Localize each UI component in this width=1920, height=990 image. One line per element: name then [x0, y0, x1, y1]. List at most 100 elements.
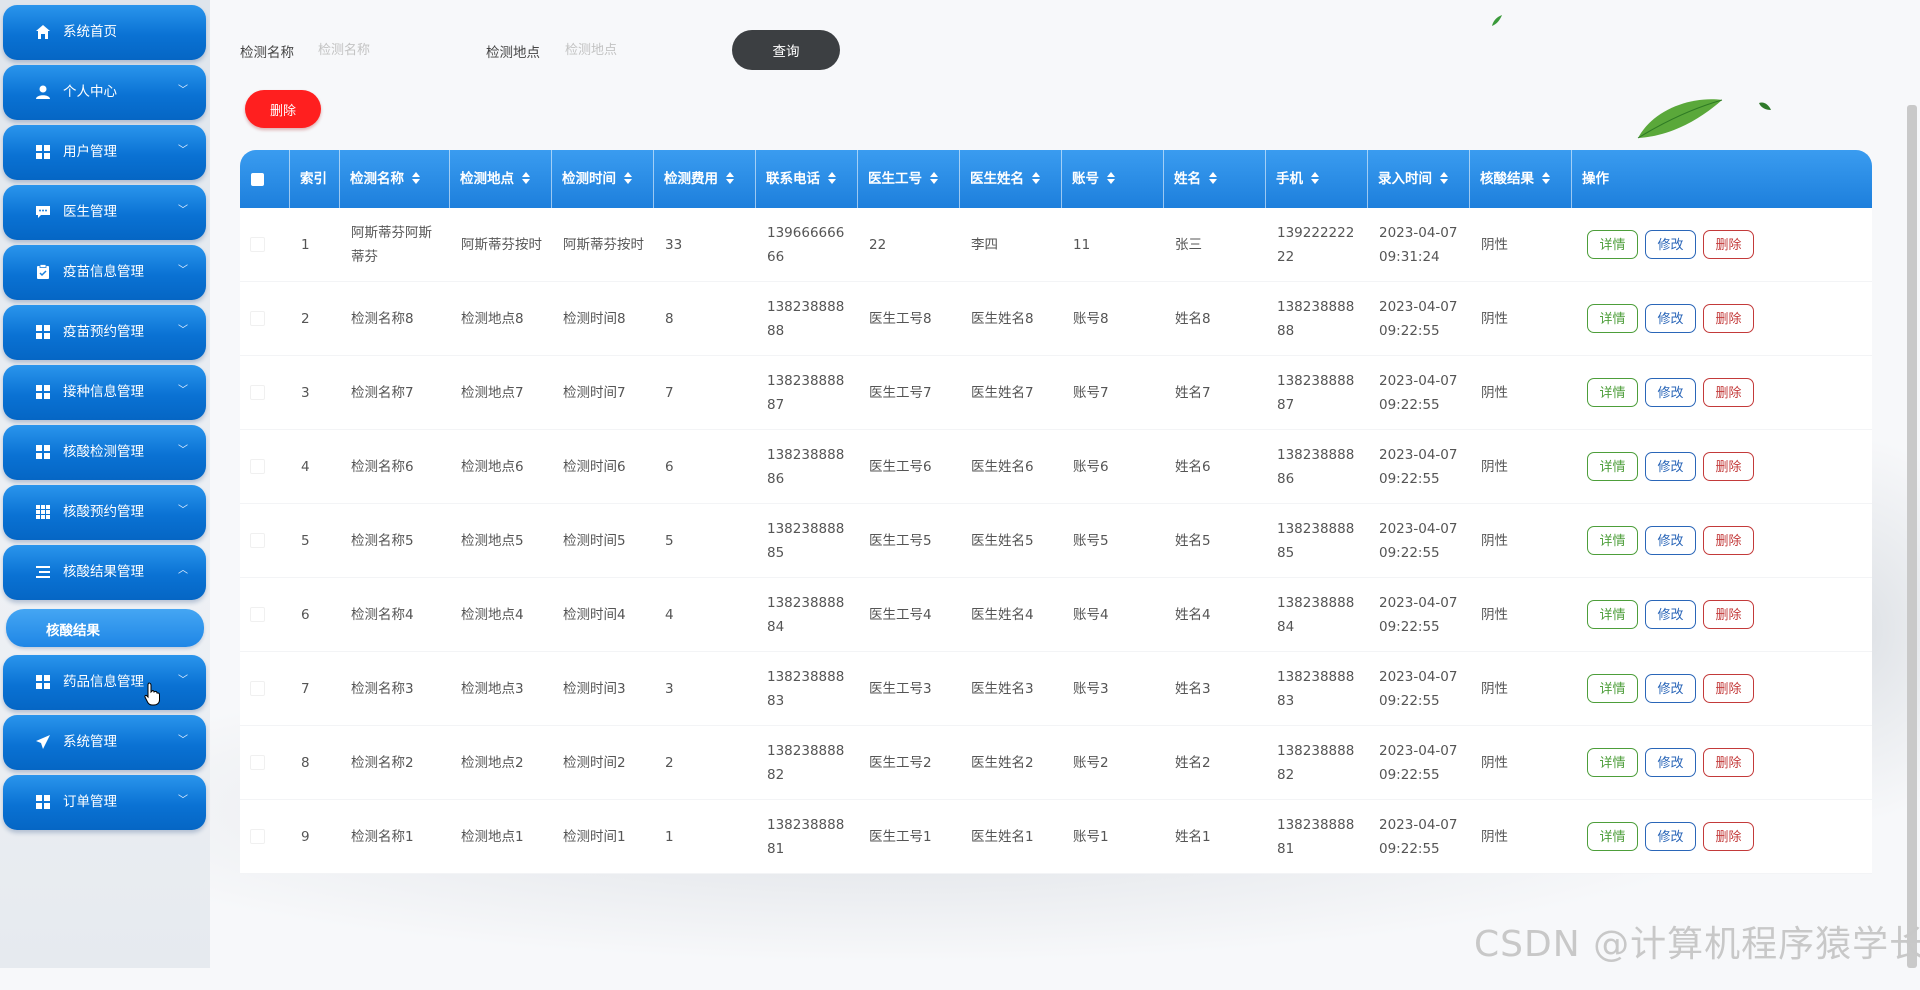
- column-header[interactable]: 检测地点: [450, 150, 552, 208]
- column-header[interactable]: 医生姓名: [960, 150, 1062, 208]
- table-cell: 2023-04-07 09:31:24: [1379, 224, 1458, 265]
- table-cell: 2: [301, 310, 310, 327]
- column-header[interactable]: 录入时间: [1368, 150, 1470, 208]
- submenu-item-nucleic-result[interactable]: 核酸结果: [6, 609, 204, 647]
- detail-button[interactable]: 详情: [1587, 822, 1638, 851]
- grid-icon: [36, 795, 50, 809]
- table-cell: 2023-04-07 09:22:55: [1379, 594, 1458, 635]
- column-header[interactable]: 检测时间: [552, 150, 654, 208]
- sidebar-item[interactable]: 系统管理 ﹀: [3, 715, 206, 770]
- query-button[interactable]: 查询: [732, 30, 840, 70]
- sidebar-item[interactable]: 疫苗信息管理 ﹀: [3, 245, 206, 300]
- row-checkbox[interactable]: [250, 533, 265, 548]
- chevron-down-icon: ﹀: [178, 445, 188, 456]
- sidebar-item[interactable]: 疫苗预约管理 ﹀: [3, 305, 206, 360]
- leaf-decoration: [1759, 102, 1771, 110]
- row-checkbox[interactable]: [250, 385, 265, 400]
- edit-button[interactable]: 修改: [1645, 822, 1696, 851]
- sidebar-item[interactable]: 接种信息管理 ﹀: [3, 365, 206, 420]
- column-header[interactable]: 手机: [1266, 150, 1368, 208]
- sidebar-item[interactable]: 用户管理 ﹀: [3, 125, 206, 180]
- edit-button[interactable]: 修改: [1645, 452, 1696, 481]
- sort-icon[interactable]: [1542, 172, 1550, 184]
- sort-icon[interactable]: [522, 172, 530, 184]
- sidebar-item-label: 订单管理: [63, 794, 117, 810]
- detail-button[interactable]: 详情: [1587, 452, 1638, 481]
- edit-button[interactable]: 修改: [1645, 230, 1696, 259]
- delete-button[interactable]: 删除: [1703, 674, 1754, 703]
- table-cell: 账号8: [1073, 310, 1109, 327]
- edit-button[interactable]: 修改: [1645, 748, 1696, 777]
- sort-icon[interactable]: [1107, 172, 1115, 184]
- column-header[interactable]: 账号: [1062, 150, 1164, 208]
- delete-button[interactable]: 删除: [1703, 378, 1754, 407]
- delete-button[interactable]: 删除: [1703, 822, 1754, 851]
- edit-button[interactable]: 修改: [1645, 526, 1696, 555]
- delete-button[interactable]: 删除: [1703, 748, 1754, 777]
- table-header: 索引 检测名称 检测地点 检测时间 检测费用 联系电话 医生工号 医生姓名 账号 姓名 手机 录入时间…: [240, 150, 1872, 208]
- table-cell: 8: [301, 754, 310, 771]
- sort-icon[interactable]: [930, 172, 938, 184]
- delete-button[interactable]: 删除: [1703, 230, 1754, 259]
- sidebar-item-label: 医生管理: [63, 204, 117, 220]
- search-name-input[interactable]: [318, 36, 458, 64]
- detail-button[interactable]: 详情: [1587, 600, 1638, 629]
- sort-icon[interactable]: [1311, 172, 1319, 184]
- column-header[interactable]: 核酸结果: [1470, 150, 1572, 208]
- column-header[interactable]: 联系电话: [756, 150, 858, 208]
- delete-button[interactable]: 删除: [1703, 452, 1754, 481]
- column-header-label: 检测时间: [562, 171, 616, 187]
- table-cell: 账号1: [1073, 828, 1109, 845]
- sidebar-item[interactable]: 系统首页: [3, 5, 206, 60]
- table-cell: 阴性: [1481, 310, 1508, 327]
- column-header[interactable]: 检测名称: [340, 150, 450, 208]
- delete-button[interactable]: 删除: [1703, 600, 1754, 629]
- edit-button[interactable]: 修改: [1645, 674, 1696, 703]
- row-checkbox[interactable]: [250, 237, 265, 252]
- row-checkbox[interactable]: [250, 755, 265, 770]
- sidebar-item[interactable]: 核酸检测管理 ﹀: [3, 425, 206, 480]
- sort-icon[interactable]: [412, 172, 420, 184]
- sidebar-item[interactable]: 医生管理 ﹀: [3, 185, 206, 240]
- table-cell: 医生工号7: [869, 384, 932, 401]
- table-cell: 姓名1: [1175, 828, 1211, 845]
- sort-icon[interactable]: [1032, 172, 1040, 184]
- row-checkbox[interactable]: [250, 829, 265, 844]
- column-header[interactable]: 医生工号: [858, 150, 960, 208]
- detail-button[interactable]: 详情: [1587, 748, 1638, 777]
- sidebar-item[interactable]: 药品信息管理 ﹀: [3, 655, 206, 710]
- detail-button[interactable]: 详情: [1587, 378, 1638, 407]
- page-scrollbar[interactable]: [1907, 105, 1917, 968]
- detail-button[interactable]: 详情: [1587, 526, 1638, 555]
- sort-icon[interactable]: [828, 172, 836, 184]
- sort-icon[interactable]: [726, 172, 734, 184]
- sidebar-item[interactable]: 订单管理 ﹀: [3, 775, 206, 830]
- row-checkbox[interactable]: [250, 607, 265, 622]
- table-cell: 姓名8: [1175, 310, 1211, 327]
- row-checkbox[interactable]: [250, 311, 265, 326]
- sidebar-item[interactable]: 个人中心 ﹀: [3, 65, 206, 120]
- edit-button[interactable]: 修改: [1645, 600, 1696, 629]
- edit-button[interactable]: 修改: [1645, 304, 1696, 333]
- column-header-label: 手机: [1276, 171, 1303, 187]
- search-place-input[interactable]: [565, 36, 705, 64]
- column-header[interactable]: 检测费用: [654, 150, 756, 208]
- sort-icon[interactable]: [1209, 172, 1217, 184]
- edit-button[interactable]: 修改: [1645, 378, 1696, 407]
- delete-button[interactable]: 删除: [1703, 304, 1754, 333]
- table-cell: 13823888884: [767, 594, 845, 635]
- column-header[interactable]: 姓名: [1164, 150, 1266, 208]
- select-all-checkbox[interactable]: [251, 173, 264, 186]
- detail-button[interactable]: 详情: [1587, 230, 1638, 259]
- batch-delete-button[interactable]: 删除: [245, 90, 321, 128]
- sidebar-item[interactable]: 核酸结果管理 ︿: [3, 545, 206, 600]
- sidebar-item[interactable]: 核酸预约管理 ﹀: [3, 485, 206, 540]
- sidebar-item-label: 系统首页: [63, 24, 117, 40]
- detail-button[interactable]: 详情: [1587, 674, 1638, 703]
- detail-button[interactable]: 详情: [1587, 304, 1638, 333]
- row-checkbox[interactable]: [250, 681, 265, 696]
- sort-icon[interactable]: [1440, 172, 1448, 184]
- delete-button[interactable]: 删除: [1703, 526, 1754, 555]
- row-checkbox[interactable]: [250, 459, 265, 474]
- sort-icon[interactable]: [624, 172, 632, 184]
